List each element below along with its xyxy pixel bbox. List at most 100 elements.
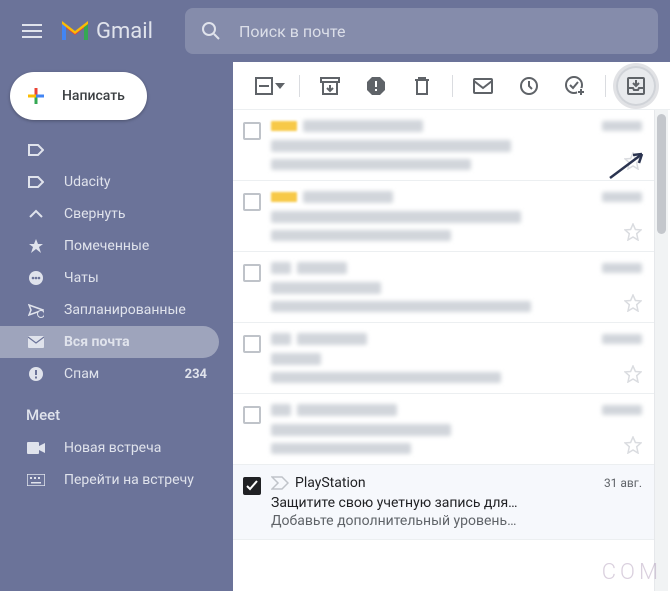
blurred-sender xyxy=(303,191,393,203)
scheduled-icon xyxy=(26,302,46,318)
gmail-logo-icon xyxy=(60,20,90,42)
inbox-icon xyxy=(626,76,646,96)
mail-icon xyxy=(473,78,493,94)
blurred-date xyxy=(602,334,642,344)
sidebar: Написать Udacity Свернуть Помеченные Чат… xyxy=(0,62,233,591)
move-to-inbox-button[interactable] xyxy=(616,66,656,106)
compose-label: Написать xyxy=(62,88,125,104)
hamburger-icon xyxy=(22,24,42,38)
blurred-text xyxy=(271,140,511,152)
star-icon[interactable] xyxy=(624,223,642,241)
blurred-text xyxy=(271,159,471,170)
check-icon xyxy=(245,479,259,493)
report-icon xyxy=(366,76,386,96)
sidebar-item-spam[interactable]: Спам 234 xyxy=(0,358,219,390)
blurred-sender xyxy=(297,404,397,416)
sidebar-item-label: Udacity xyxy=(64,174,111,190)
archive-icon xyxy=(320,77,340,95)
importance-marker xyxy=(271,192,297,202)
snooze-button[interactable] xyxy=(509,66,549,106)
blurred-text xyxy=(271,301,531,312)
blurred-text xyxy=(271,353,321,365)
sidebar-item-starred[interactable]: Помеченные xyxy=(0,230,219,262)
task-icon xyxy=(565,76,585,96)
blurred-text xyxy=(271,230,451,241)
spam-icon xyxy=(26,366,46,382)
sidebar-item-collapse[interactable]: Свернуть xyxy=(0,198,219,230)
checkbox-mixed-icon xyxy=(255,77,273,95)
mail-row[interactable] xyxy=(233,394,654,465)
mail-checkbox[interactable] xyxy=(243,122,261,140)
sidebar-item-all-mail[interactable]: Вся почта xyxy=(0,326,219,358)
mail-checkbox[interactable] xyxy=(243,406,261,424)
sidebar-item-hidden[interactable] xyxy=(0,134,219,166)
blurred-text xyxy=(271,372,501,383)
sidebar-item-scheduled[interactable]: Запланированные xyxy=(0,294,219,326)
importance-marker xyxy=(271,121,297,131)
trash-icon xyxy=(414,76,430,96)
meet-join-meeting[interactable]: Перейти на встречу xyxy=(0,464,219,496)
star-icon[interactable] xyxy=(624,294,642,312)
search-input[interactable] xyxy=(239,22,652,41)
importance-marker-icon[interactable] xyxy=(271,476,289,490)
mail-row[interactable] xyxy=(233,181,654,252)
report-spam-button[interactable] xyxy=(356,66,396,106)
mail-row[interactable] xyxy=(233,323,654,394)
star-icon[interactable] xyxy=(624,365,642,383)
separator xyxy=(299,75,300,97)
mail-row[interactable] xyxy=(233,252,654,323)
scrollbar-thumb[interactable] xyxy=(657,114,666,234)
blurred-date xyxy=(602,192,642,202)
sidebar-item-chats[interactable]: Чаты xyxy=(0,262,219,294)
mail-checkbox[interactable] xyxy=(243,335,261,353)
scrollbar[interactable] xyxy=(654,110,668,591)
blurred-text xyxy=(271,443,411,454)
meet-new-meeting[interactable]: Новая встреча xyxy=(0,432,219,464)
label-icon xyxy=(26,142,46,158)
mail-row-selected[interactable]: PlayStation 31 авг. Защитите свою учетну… xyxy=(233,465,654,540)
star-icon[interactable] xyxy=(624,436,642,454)
mail-toolbar xyxy=(233,62,670,110)
sidebar-item-label: Запланированные xyxy=(64,302,186,318)
mark-unread-button[interactable] xyxy=(463,66,503,106)
mail-snippet: Добавьте дополнительный уровень… xyxy=(271,513,642,529)
search-icon xyxy=(201,21,221,41)
main-menu-button[interactable] xyxy=(12,11,52,51)
blurred-marker xyxy=(271,333,291,345)
star-icon[interactable] xyxy=(624,152,642,170)
meet-item-label: Перейти на встречу xyxy=(64,472,194,488)
blurred-date xyxy=(602,405,642,415)
separator xyxy=(452,75,453,97)
video-icon xyxy=(26,442,46,454)
search-button[interactable] xyxy=(191,11,231,51)
sidebar-item-label: Вся почта xyxy=(64,334,130,350)
mail-date: 31 авг. xyxy=(604,476,642,490)
sidebar-item-udacity[interactable]: Udacity xyxy=(0,166,219,198)
mail-checkbox[interactable] xyxy=(243,264,261,282)
mail-row[interactable] xyxy=(233,110,654,181)
search-bar[interactable] xyxy=(185,8,658,54)
dropdown-icon xyxy=(275,83,285,89)
blurred-date xyxy=(602,263,642,273)
chevron-up-icon xyxy=(26,209,46,219)
archive-button[interactable] xyxy=(310,66,350,106)
delete-button[interactable] xyxy=(402,66,442,106)
app-name: Gmail xyxy=(96,19,153,44)
add-task-button[interactable] xyxy=(555,66,595,106)
meet-item-label: Новая встреча xyxy=(64,440,161,456)
sidebar-item-label: Помеченные xyxy=(64,238,149,254)
mail-checkbox-checked[interactable] xyxy=(243,477,261,495)
blurred-text xyxy=(271,424,451,436)
compose-button[interactable]: Написать xyxy=(10,72,147,120)
blurred-sender xyxy=(297,333,367,345)
mail-sender: PlayStation xyxy=(295,475,366,491)
label-icon xyxy=(26,174,46,190)
mail-checkbox[interactable] xyxy=(243,193,261,211)
mail-subject: Защитите свою учетную запись для… xyxy=(271,495,642,511)
spam-count: 234 xyxy=(185,367,207,382)
select-all-button[interactable] xyxy=(247,66,289,106)
blurred-sender xyxy=(297,262,347,274)
sidebar-item-label: Чаты xyxy=(64,270,99,286)
gmail-logo[interactable]: Gmail xyxy=(60,19,153,44)
star-icon xyxy=(26,238,46,254)
